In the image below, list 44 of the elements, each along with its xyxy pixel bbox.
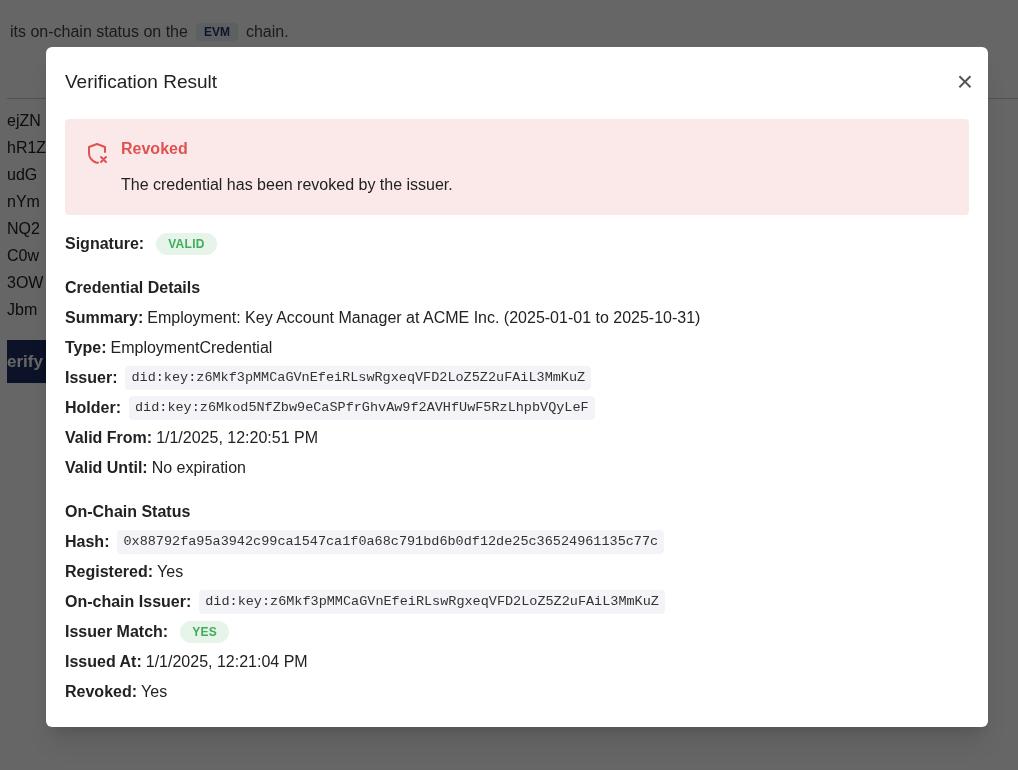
chain-chip: EVM xyxy=(195,23,238,41)
field-label: Revoked: xyxy=(65,682,138,702)
field-label: Registered: xyxy=(65,562,154,582)
code-value: did:key:z6Mkod5NfZbw9eCaSPfrGhvAw9f2AVHfUwF5RzLhpbVQyLeF xyxy=(129,395,595,421)
code-value: 0x88792fa95a3942c99ca1547ca1f0a68c791bd6b0df12de25c36524961135c77c xyxy=(117,529,665,555)
notice-text: chain. xyxy=(245,22,289,42)
encoded-text: nYm xyxy=(7,192,40,212)
field-label: Issuer: xyxy=(65,368,118,388)
encoded-text: ejZN xyxy=(7,111,41,131)
field-label: Summary: xyxy=(65,308,144,328)
code-value: did:key:z6Mkf3pMMCaGVnEfeiRLswRgxeqVFD2LoZ5Z2uFAiL3MmKuZ xyxy=(125,365,592,391)
alert-message: The credential has been revoked by the issuer. xyxy=(121,175,453,195)
notice-text: its on-chain status on the xyxy=(10,22,188,42)
alert-title: Revoked xyxy=(121,139,189,159)
field-label: Type: xyxy=(65,338,107,358)
field-value: 1/1/2025, 12:21:04 PM xyxy=(145,652,308,672)
field-value: No expiration xyxy=(151,458,246,478)
section-heading: On-Chain Status xyxy=(65,502,192,522)
shield-x-icon xyxy=(85,141,109,165)
status-badge: VALID xyxy=(156,233,217,255)
dialog-title: Verification Result xyxy=(65,69,218,94)
encoded-text: hR1Z xyxy=(7,138,47,158)
field-label: Valid From: xyxy=(65,428,153,448)
close-button[interactable]: × xyxy=(956,68,973,96)
encoded-text: udG xyxy=(7,165,38,185)
field-value: Yes xyxy=(157,562,184,582)
field-label: Valid Until: xyxy=(65,458,148,478)
field-label: Holder: xyxy=(65,398,121,418)
encoded-text: NQ2 xyxy=(7,219,40,239)
field-value: EmploymentCredential xyxy=(110,338,273,358)
section-heading: Credential Details xyxy=(65,278,202,298)
status-badge: YES xyxy=(180,621,230,643)
code-value: did:key:z6Mkf3pMMCaGVnEfeiRLswRgxeqVFD2LoZ5Z2uFAiL3MmKuZ xyxy=(199,589,665,615)
encoded-text: 3OW xyxy=(7,273,44,293)
field-value: 1/1/2025, 12:20:51 PM xyxy=(156,428,319,448)
field-label: Issued At: xyxy=(65,652,142,672)
field-label: Hash: xyxy=(65,532,110,552)
field-value: Yes xyxy=(141,682,168,702)
field-label: Issuer Match: xyxy=(65,622,169,642)
field-label: On-chain Issuer: xyxy=(65,592,192,612)
encoded-text: Jbm xyxy=(7,300,38,320)
encoded-text: C0w xyxy=(7,246,39,266)
field-label: Signature: xyxy=(65,234,145,254)
field-value: Employment: Key Account Manager at ACME Inc. (2025-01-01 to 2025-10-31) xyxy=(147,308,701,328)
